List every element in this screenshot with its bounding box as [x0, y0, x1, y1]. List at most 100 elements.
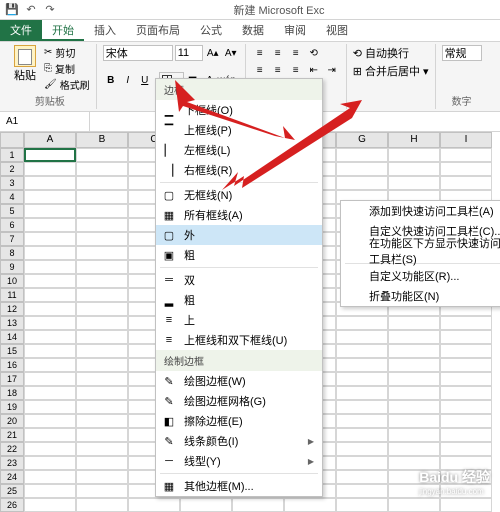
copy-button[interactable]: ⎘ 复制 [44, 61, 90, 76]
row-header[interactable]: 21 [0, 428, 24, 442]
cell[interactable] [24, 274, 76, 288]
cell[interactable] [24, 484, 76, 498]
cell[interactable] [440, 162, 492, 176]
row-header[interactable]: 1 [0, 148, 24, 162]
cell[interactable] [24, 442, 76, 456]
cell[interactable] [388, 330, 440, 344]
italic-button[interactable]: I [120, 72, 136, 88]
menu-item-bottom-border[interactable]: ▁下框线(O) [156, 100, 322, 120]
cell[interactable] [336, 316, 388, 330]
cell[interactable] [76, 372, 128, 386]
col-header[interactable]: G [336, 132, 388, 148]
row-header[interactable]: 16 [0, 358, 24, 372]
tab-review[interactable]: 审阅 [274, 20, 316, 41]
cell[interactable] [24, 414, 76, 428]
align-right-icon[interactable]: ≡ [288, 62, 304, 78]
cell[interactable] [76, 386, 128, 400]
row-header[interactable]: 4 [0, 190, 24, 204]
row-header[interactable]: 22 [0, 442, 24, 456]
align-bottom-icon[interactable]: ≡ [288, 45, 304, 61]
cell[interactable] [24, 260, 76, 274]
tab-data[interactable]: 数据 [232, 20, 274, 41]
tab-view[interactable]: 视图 [316, 20, 358, 41]
menu-item-more-borders[interactable]: ▦其他边框(M)... [156, 476, 322, 496]
tab-home[interactable]: 开始 [42, 20, 84, 41]
align-middle-icon[interactable]: ≡ [270, 45, 286, 61]
cell[interactable] [76, 470, 128, 484]
cell[interactable] [24, 344, 76, 358]
cell[interactable] [24, 218, 76, 232]
merge-center-button[interactable]: ⊞ 合并后居中 ▾ [353, 63, 429, 79]
cell[interactable] [24, 456, 76, 470]
cell[interactable] [76, 414, 128, 428]
cell[interactable] [76, 484, 128, 498]
cell[interactable] [388, 316, 440, 330]
number-format-select[interactable] [442, 45, 482, 61]
cell[interactable] [76, 498, 128, 512]
menu-item-line-style[interactable]: ─线型(Y)▶ [156, 451, 322, 471]
cell[interactable] [336, 176, 388, 190]
menu-item-top-thick-bottom[interactable]: ≡上框线和双下框线(U) [156, 330, 322, 350]
font-name-select[interactable] [103, 45, 173, 61]
tab-file[interactable]: 文件 [0, 20, 42, 41]
cell[interactable] [76, 344, 128, 358]
cell[interactable] [336, 456, 388, 470]
menu-item-collapse-ribbon[interactable]: 折叠功能区(N) [341, 286, 500, 306]
cell[interactable] [440, 330, 492, 344]
menu-item-show-below[interactable]: 在功能区下方显示快速访问工具栏(S) [341, 241, 500, 261]
cell[interactable] [440, 400, 492, 414]
cell[interactable] [76, 330, 128, 344]
cell[interactable] [440, 386, 492, 400]
menu-item-no-border[interactable]: ▢无框线(N) [156, 185, 322, 205]
cell[interactable] [336, 148, 388, 162]
align-left-icon[interactable]: ≡ [252, 62, 268, 78]
cell[interactable] [440, 316, 492, 330]
col-header[interactable]: B [76, 132, 128, 148]
row-header[interactable]: 8 [0, 246, 24, 260]
row-header[interactable]: 2 [0, 162, 24, 176]
cell[interactable] [24, 162, 76, 176]
cell[interactable] [440, 372, 492, 386]
cell[interactable] [336, 344, 388, 358]
row-header[interactable]: 6 [0, 218, 24, 232]
cell[interactable] [440, 498, 492, 512]
menu-item-add-qat[interactable]: 添加到快速访问工具栏(A) [341, 201, 500, 221]
menu-item-all-borders[interactable]: ▦所有框线(A) [156, 205, 322, 225]
row-header[interactable]: 23 [0, 456, 24, 470]
menu-item-thick-border[interactable]: ▣粗 [156, 245, 322, 265]
cell[interactable] [76, 218, 128, 232]
cell[interactable] [24, 330, 76, 344]
cell[interactable] [336, 414, 388, 428]
row-header[interactable]: 14 [0, 330, 24, 344]
decrease-font-icon[interactable]: A▾ [223, 45, 239, 61]
cell[interactable] [76, 302, 128, 316]
increase-font-icon[interactable]: A▴ [205, 45, 221, 61]
cell[interactable] [388, 176, 440, 190]
orientation-icon[interactable]: ⟲ [306, 45, 322, 61]
redo-icon[interactable]: ↷ [42, 2, 58, 18]
cell[interactable] [388, 400, 440, 414]
cell[interactable] [388, 148, 440, 162]
menu-item-double-bottom[interactable]: ═双 [156, 270, 322, 290]
cell[interactable] [24, 148, 76, 162]
cell[interactable] [336, 470, 388, 484]
cell[interactable] [76, 204, 128, 218]
menu-item-custom-ribbon[interactable]: 自定义功能区(R)... [341, 266, 500, 286]
row-header[interactable]: 18 [0, 386, 24, 400]
cell[interactable] [388, 358, 440, 372]
row-header[interactable]: 26 [0, 498, 24, 512]
wrap-text-button[interactable]: ⟲ 自动换行 [353, 45, 429, 61]
cell[interactable] [388, 414, 440, 428]
row-header[interactable]: 15 [0, 344, 24, 358]
cell[interactable] [440, 176, 492, 190]
tab-layout[interactable]: 页面布局 [126, 20, 190, 41]
col-header[interactable]: I [440, 132, 492, 148]
menu-item-outside-border[interactable]: ▢外 [156, 225, 322, 245]
cell[interactable] [76, 176, 128, 190]
cell[interactable] [24, 358, 76, 372]
cell[interactable] [76, 274, 128, 288]
cell[interactable] [76, 260, 128, 274]
cell[interactable] [440, 358, 492, 372]
row-header[interactable]: 19 [0, 400, 24, 414]
cell[interactable] [388, 386, 440, 400]
